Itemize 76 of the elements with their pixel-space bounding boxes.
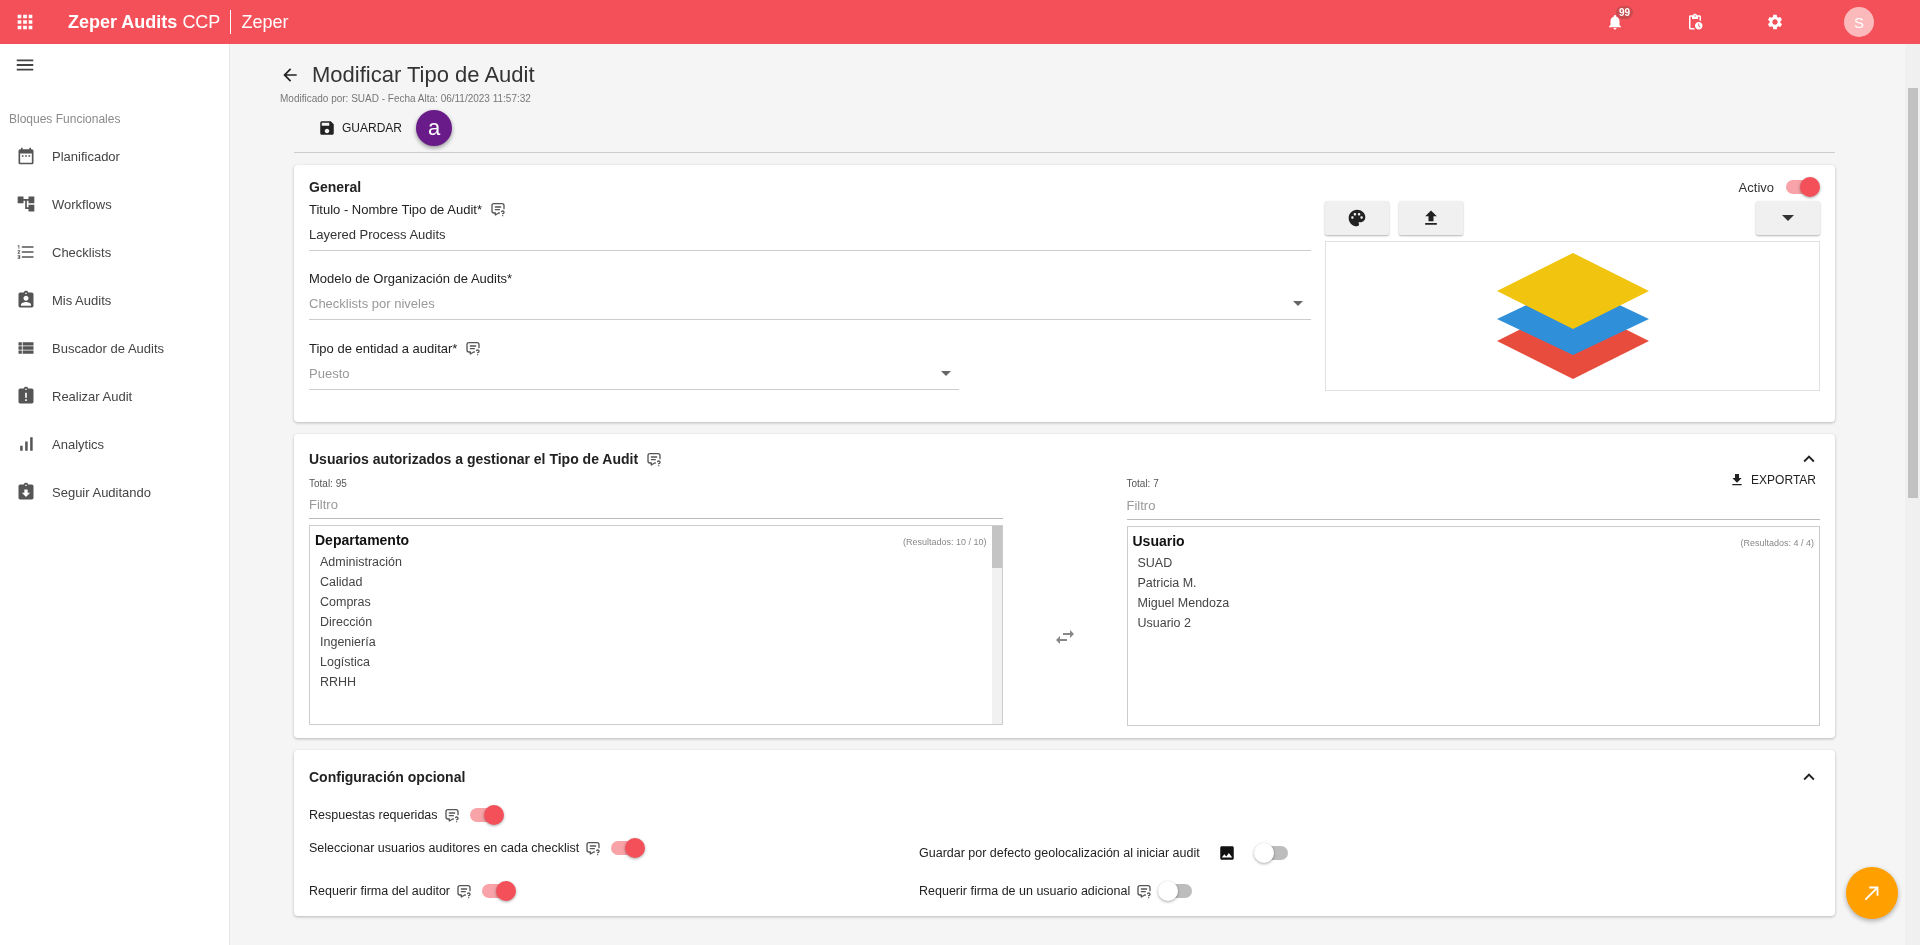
help-icon[interactable]: [443, 807, 460, 823]
field-label: Titulo - Nombre Tipo de Audit*: [309, 201, 482, 217]
department-item[interactable]: Administración: [315, 552, 987, 572]
palette-button[interactable]: [1325, 201, 1389, 235]
sidebar-item[interactable]: Mis Audits: [0, 276, 229, 324]
card-title: Configuración opcional: [309, 769, 466, 785]
calendar-icon: [16, 146, 36, 166]
sidebar-item[interactable]: Buscador de Audits: [0, 324, 229, 372]
total-count: Total: 7: [1126, 478, 1159, 489]
list-heading: Departamento: [315, 532, 410, 548]
dropdown-caret-icon: [941, 371, 951, 376]
sidebar-item[interactable]: Planificador: [0, 132, 229, 180]
filter-field[interactable]: Filtro: [309, 489, 1003, 519]
dropdown-caret-icon: [1293, 301, 1303, 306]
toggle-switch[interactable]: [611, 841, 642, 855]
modified-info: Modificado por: SUAD - Fecha Alta: 06/11/2023 11:57:32: [280, 93, 532, 104]
help-icon[interactable]: [489, 201, 506, 217]
palette-icon: [1347, 208, 1367, 228]
settings-icon[interactable]: [1766, 13, 1784, 31]
company-name: Zeper: [241, 11, 289, 33]
help-icon[interactable]: [646, 451, 663, 467]
user-item[interactable]: Usuario 2: [1132, 613, 1814, 633]
field-label: Modelo de Organización de Audits*: [309, 271, 513, 286]
sidebar-item[interactable]: Workflows: [0, 180, 229, 228]
list-heading: Usuario: [1132, 533, 1185, 549]
department-item[interactable]: Ingeniería: [315, 632, 987, 652]
help-icon[interactable]: [585, 840, 602, 856]
sidebar-section-title: Bloques Funcionales: [8, 112, 122, 126]
sidebar-item[interactable]: Realizar Audit: [0, 372, 229, 420]
user-item[interactable]: SUAD: [1132, 553, 1814, 573]
results-count: (Resultados: 4 / 4): [1740, 538, 1814, 548]
input-field[interactable]: Layered Process Audits: [309, 219, 1311, 251]
department-item[interactable]: RRHH: [315, 672, 987, 692]
department-item[interactable]: Compras: [315, 592, 987, 612]
annotation-marker: a: [416, 110, 452, 146]
notification-count: 99: [1616, 6, 1634, 19]
save-button[interactable]: GUARDAR: [314, 113, 406, 143]
toggle-switch[interactable]: [1257, 846, 1288, 860]
person-card-icon: [16, 290, 36, 310]
caret-icon: [1782, 215, 1794, 221]
clipboard-download-icon: [16, 482, 36, 502]
image-icon: [1217, 844, 1236, 862]
clipboard-alert-icon: [16, 386, 36, 406]
export-button[interactable]: EXPORTAR: [1725, 472, 1820, 488]
app-name: Zeper Audits CCP: [68, 11, 221, 33]
help-icon[interactable]: [456, 883, 473, 899]
numbered-list-icon: [16, 242, 36, 262]
toggle-switch[interactable]: [482, 884, 513, 898]
hierarchy-icon: [16, 194, 36, 214]
scrollbar[interactable]: [1905, 44, 1920, 945]
filter-field[interactable]: Filtro: [1126, 490, 1820, 520]
user-item[interactable]: Patricia M.: [1132, 573, 1814, 593]
sidebar-item[interactable]: Checklists: [0, 228, 229, 276]
total-count: Total: 95: [309, 478, 348, 489]
help-icon[interactable]: [1136, 883, 1153, 899]
page-title: Modificar Tipo de Audit: [312, 62, 535, 88]
upload-button[interactable]: [1399, 201, 1463, 235]
option-label: Respuestas requeridas: [309, 808, 438, 822]
option-label: Requerir firma de un usuario adicional: [919, 884, 1131, 898]
sidebar-item[interactable]: Seguir Auditando: [0, 468, 229, 516]
save-icon: [318, 119, 336, 137]
field-label: Tipo de entidad a auditar*: [309, 340, 458, 356]
department-item[interactable]: Logística: [315, 652, 987, 672]
scrollbar[interactable]: [991, 526, 1002, 724]
department-item[interactable]: Calidad: [315, 572, 987, 592]
sidebar-item[interactable]: Analytics: [0, 420, 229, 468]
option-label: Guardar por defecto geolocalización al iniciar audit: [919, 846, 1200, 860]
department-item[interactable]: Dirección: [315, 612, 987, 632]
card-title: General: [309, 179, 362, 195]
option-label: Seleccionar usuarios auditores en cada checklist: [309, 841, 580, 855]
user-item[interactable]: Miguel Mendoza: [1132, 593, 1814, 613]
clipboard-clock-icon[interactable]: [1686, 13, 1704, 31]
card-title: Usuarios autorizados a gestionar el Tipo de Audit: [309, 451, 639, 467]
active-label: Activo: [1738, 179, 1774, 195]
option-label: Requerir firma del auditor: [309, 884, 451, 898]
results-count: (Resultados: 10 / 10): [902, 537, 987, 547]
